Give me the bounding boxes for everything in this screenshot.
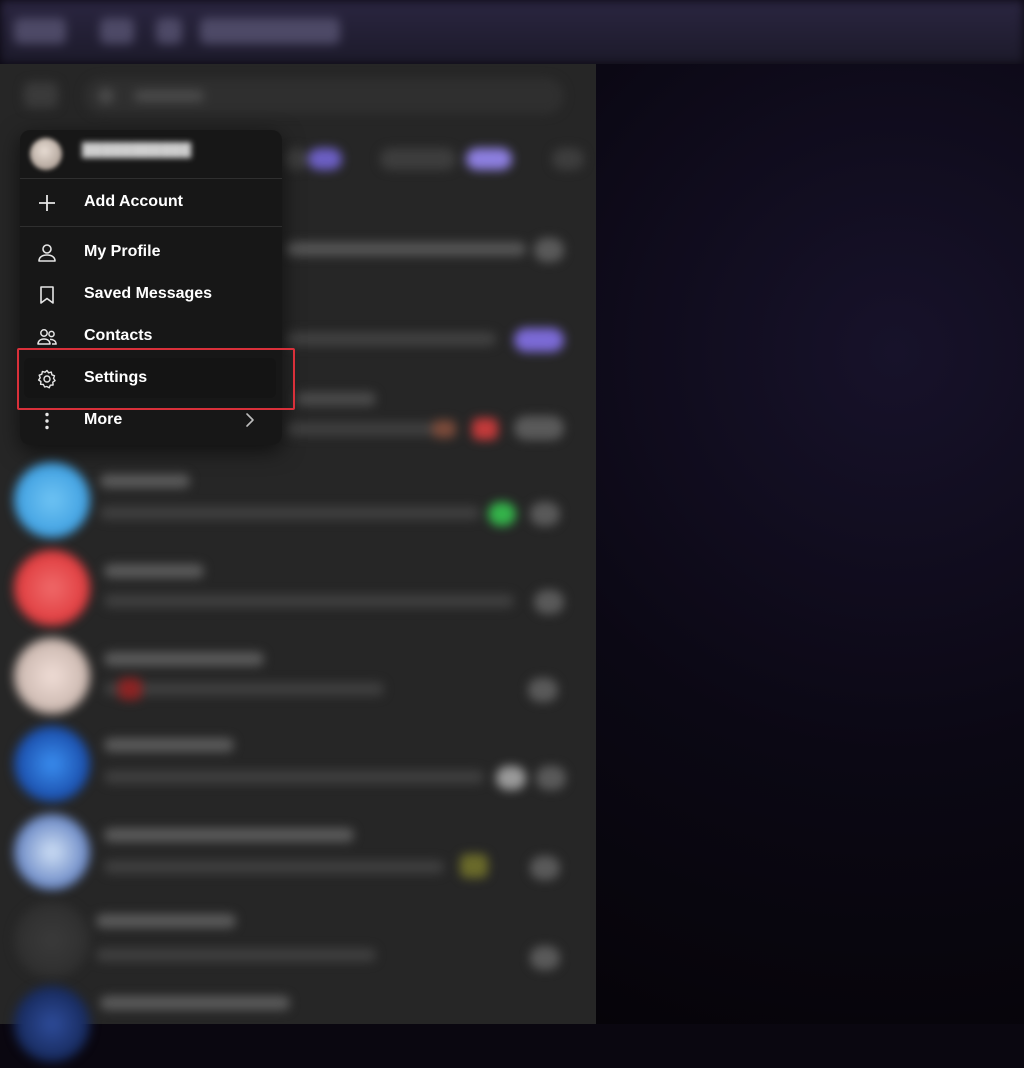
menu-item-my-profile[interactable]: My Profile <box>20 232 282 272</box>
conversation-background <box>596 64 1024 1024</box>
sticker-thumb <box>460 854 488 878</box>
unread-badge <box>534 590 564 614</box>
folder-tab[interactable] <box>552 148 584 170</box>
folder-badge <box>308 148 342 170</box>
more-vertical-icon <box>45 412 49 430</box>
search-input[interactable] <box>84 78 564 114</box>
plus-icon <box>39 195 55 211</box>
titlebar-control <box>156 18 182 44</box>
folder-badge <box>466 148 512 170</box>
chat-row[interactable] <box>0 632 596 720</box>
window-title <box>200 18 340 44</box>
avatar <box>14 638 90 714</box>
menu-item-add-account[interactable]: Add Account <box>20 182 282 222</box>
chat-title <box>104 738 234 752</box>
unread-badge <box>530 946 560 970</box>
chat-row[interactable] <box>0 456 596 544</box>
folder-tab[interactable] <box>380 148 456 170</box>
status-dot <box>488 502 516 526</box>
chat-title <box>104 652 264 666</box>
menu-item-label: My Profile <box>84 243 161 260</box>
sticker-thumb <box>432 420 456 438</box>
menu-item-label: More <box>84 411 123 428</box>
chat-title <box>96 914 236 928</box>
menu-divider <box>20 226 282 227</box>
unread-badge <box>530 856 560 880</box>
chat-row[interactable] <box>0 896 596 984</box>
titlebar-control <box>14 18 66 44</box>
chat-preview <box>100 506 480 520</box>
chat-title <box>100 474 190 488</box>
chevron-right-icon <box>246 413 254 427</box>
user-icon <box>38 244 56 262</box>
menu-item-saved-messages[interactable]: Saved Messages <box>20 274 282 314</box>
chat-row[interactable] <box>0 544 596 632</box>
unread-badge <box>528 678 558 702</box>
chat-row[interactable] <box>0 720 596 808</box>
unread-badge <box>530 502 560 526</box>
titlebar-control <box>100 18 134 44</box>
unread-badge <box>514 328 564 352</box>
chat-preview <box>104 770 484 784</box>
menu-item-label: Add Account <box>84 193 183 210</box>
chat-row[interactable] <box>0 808 596 896</box>
search-placeholder <box>134 90 204 102</box>
account-header[interactable]: ███████████ <box>20 130 282 178</box>
avatar <box>14 814 90 890</box>
top-bar <box>0 64 596 124</box>
menu-icon[interactable] <box>24 82 58 108</box>
avatar <box>14 902 90 978</box>
chat-preview <box>286 422 436 436</box>
pin-icon <box>496 766 526 790</box>
unread-badge <box>536 766 566 790</box>
contacts-icon <box>37 329 57 345</box>
unread-badge <box>514 416 564 440</box>
chat-title <box>100 996 290 1010</box>
menu-item-label: Saved Messages <box>84 285 213 302</box>
account-name: ███████████ <box>82 142 192 158</box>
folder-tabs <box>280 140 596 180</box>
chat-preview <box>286 332 496 346</box>
sticker-thumb <box>472 418 498 440</box>
window-titlebar <box>0 0 1024 64</box>
avatar <box>14 550 90 626</box>
avatar <box>14 462 90 538</box>
folder-tab[interactable] <box>284 148 308 170</box>
menu-divider <box>20 178 282 179</box>
search-icon <box>98 88 114 104</box>
avatar <box>14 726 90 802</box>
chat-row[interactable] <box>0 980 596 1068</box>
bookmark-icon <box>40 286 54 304</box>
chat-title <box>104 564 204 578</box>
chat-preview <box>104 594 514 608</box>
chat-title <box>104 828 354 842</box>
avatar <box>14 986 90 1062</box>
unread-badge <box>534 238 564 262</box>
chat-title <box>286 242 526 256</box>
chat-title <box>296 392 376 406</box>
chat-preview <box>104 860 444 874</box>
settings-highlight-box <box>17 348 295 410</box>
chat-preview <box>96 948 376 962</box>
sticker-thumb <box>118 678 142 700</box>
menu-item-label: Contacts <box>84 327 153 344</box>
avatar <box>30 138 62 170</box>
chat-preview <box>104 682 384 696</box>
